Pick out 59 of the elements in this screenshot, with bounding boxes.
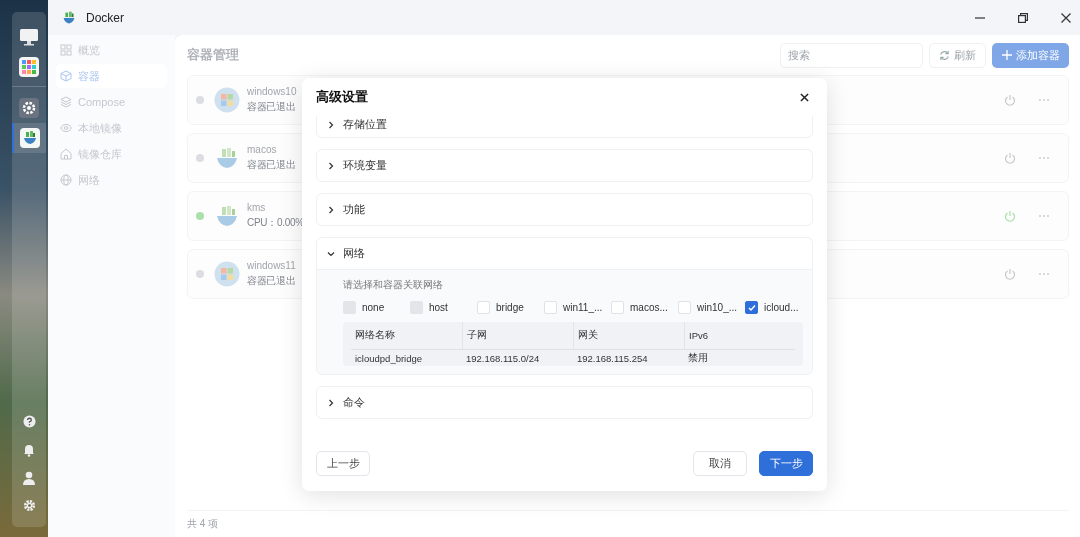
- chevron-down-icon: [327, 249, 335, 258]
- plus-icon: [1001, 50, 1012, 60]
- grid-icon: [60, 44, 72, 56]
- cancel-button[interactable]: 取消: [693, 451, 747, 476]
- dock-app-icon[interactable]: [12, 123, 46, 153]
- table-cell-text: icloudpd_bridge: [354, 351, 424, 366]
- section-header[interactable]: 存储位置: [317, 116, 812, 137]
- network-checkbox[interactable]: icloud...: [745, 301, 799, 314]
- container-name: kms: [247, 202, 267, 213]
- network-checkbox[interactable]: win10_...: [678, 301, 745, 314]
- refresh-icon: [939, 49, 950, 61]
- hint-text: 请选择和容器关联网络: [343, 279, 444, 292]
- network-checkbox[interactable]: bridge: [477, 301, 544, 314]
- globe-icon: [60, 174, 72, 186]
- whale-icon: [214, 145, 240, 171]
- windows-logo-icon: [214, 261, 240, 287]
- next-button[interactable]: 下一步: [759, 451, 813, 476]
- window-title: Docker: [86, 10, 124, 25]
- table-cell-text: 192.168.115.254: [576, 351, 649, 366]
- column-header: 网关: [573, 322, 684, 349]
- whale-icon: [214, 203, 240, 229]
- windows-logo-icon: [214, 87, 240, 113]
- page-title: 容器管理: [187, 46, 239, 64]
- network-checkbox[interactable]: win11_...: [544, 301, 611, 314]
- section-header[interactable]: 命令: [317, 387, 812, 418]
- close-icon[interactable]: [800, 92, 809, 102]
- cube-icon: [60, 70, 72, 82]
- chevron-right-icon: [327, 398, 335, 407]
- section-header[interactable]: 功能: [317, 194, 812, 225]
- table-cell-text: 禁用: [687, 350, 709, 365]
- table-cell-text: 192.168.115.0/24: [465, 351, 541, 366]
- container-name: macos: [247, 144, 278, 155]
- network-checkbox[interactable]: macos...: [611, 301, 678, 314]
- house-icon: [60, 148, 72, 160]
- help-icon[interactable]: [22, 414, 36, 429]
- item-count: 共 4 项: [187, 517, 219, 531]
- restore-icon[interactable]: [1018, 12, 1028, 23]
- container-status: 容器已退出: [247, 100, 297, 114]
- settings-icon[interactable]: [22, 498, 36, 513]
- chevron-right-icon: [327, 205, 335, 214]
- dialog-title: 高级设置: [316, 88, 369, 106]
- chevron-right-icon: [327, 120, 335, 129]
- user-icon[interactable]: [22, 470, 36, 485]
- column-header: IPv6: [684, 322, 795, 349]
- container-name: windows11: [247, 260, 296, 271]
- chevron-right-icon: [327, 161, 335, 170]
- section-header[interactable]: 环境变量: [317, 150, 812, 181]
- section-header[interactable]: 网络: [317, 238, 812, 269]
- previous-button[interactable]: 上一步: [316, 451, 370, 476]
- container-status: 容器已退出: [247, 274, 296, 288]
- check-icon: [746, 302, 757, 313]
- container-status: 容器已退出: [247, 158, 296, 172]
- column-header: 子网: [462, 322, 573, 349]
- search-field[interactable]: 搜索: [780, 42, 923, 68]
- bell-icon[interactable]: [22, 442, 36, 457]
- layers-icon: [60, 96, 72, 108]
- container-name: windows10: [247, 86, 297, 97]
- close-icon[interactable]: [1061, 12, 1071, 23]
- column-header: 网络名称: [354, 328, 396, 342]
